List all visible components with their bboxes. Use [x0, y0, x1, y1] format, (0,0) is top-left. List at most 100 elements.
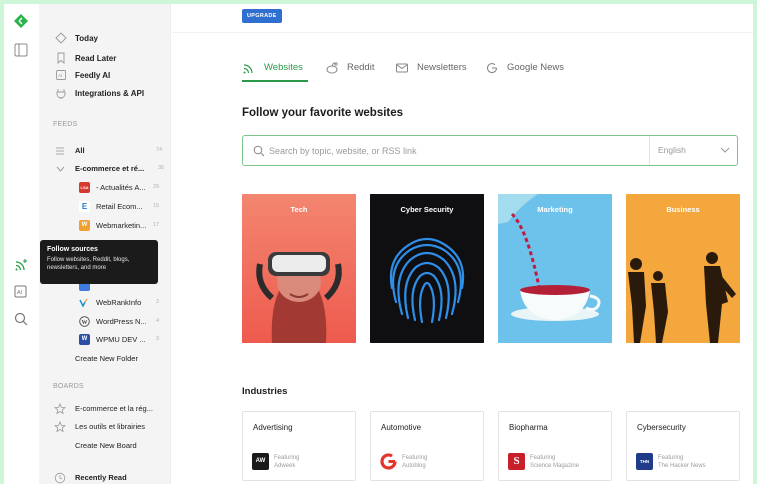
- feed-row[interactable]: W WPMU DEV ... 3: [39, 331, 171, 349]
- feed-label: WordPress N...: [96, 317, 147, 326]
- create-board-label: Create New Board: [75, 441, 137, 450]
- feed-label: WPMU DEV ...: [96, 335, 146, 344]
- unread-count: 2: [156, 299, 160, 305]
- create-board-button[interactable]: Create New Board: [39, 437, 171, 455]
- language-value: English: [658, 145, 686, 155]
- tab-label: Websites: [264, 62, 303, 73]
- svg-text:AI: AI: [17, 290, 23, 296]
- unread-count: 3: [156, 336, 160, 342]
- sidebar-item-label: Today: [75, 33, 98, 43]
- feed-label: Webmarketin...: [96, 221, 147, 230]
- create-folder-button[interactable]: Create New Folder: [39, 350, 171, 368]
- folder-row-ecommerce[interactable]: E-commerce et ré... 35: [39, 160, 171, 178]
- tab-label: Reddit: [347, 62, 375, 73]
- industry-card-biopharma[interactable]: Biopharma S Featuring Science Magazine: [498, 411, 612, 481]
- feedly-logo-icon[interactable]: [13, 13, 29, 29]
- industry-card-advertising[interactable]: Advertising AW Featuring Adweek: [242, 411, 356, 481]
- unread-count: 35: [158, 165, 165, 171]
- feed-label: Retail Ecom...: [96, 202, 143, 211]
- page-title: Follow your favorite websites: [242, 107, 404, 119]
- feed-label: All: [75, 146, 85, 155]
- mail-icon: [396, 63, 408, 73]
- category-card-business[interactable]: Business: [626, 194, 740, 343]
- language-select[interactable]: English: [649, 136, 738, 165]
- feed-row-all[interactable]: All 74: [39, 142, 171, 160]
- feed-row[interactable]: W Webmarketin... 17: [39, 217, 171, 235]
- feed-row[interactable]: WebRankInfo 2: [39, 294, 171, 312]
- adweek-logo-icon: AW: [252, 453, 269, 470]
- category-card-marketing[interactable]: Marketing: [498, 194, 612, 343]
- sidebar-item-today[interactable]: Today: [39, 29, 171, 47]
- category-card-cyber-security[interactable]: Cyber Security: [370, 194, 484, 343]
- sidebar-item-label: Integrations & API: [75, 88, 145, 98]
- chevron-down-icon[interactable]: [56, 166, 65, 172]
- active-tab-indicator: [242, 80, 308, 82]
- sidebar-item-integrations[interactable]: Integrations & API: [39, 84, 171, 102]
- ai-feed-icon[interactable]: AI: [13, 283, 29, 299]
- industry-title: Automotive: [381, 423, 422, 432]
- follow-sources-tooltip: Follow sources Follow websites, Reddit, …: [40, 240, 158, 284]
- board-item[interactable]: E-commerce et la rég...: [39, 400, 171, 418]
- boards-section-label: BOARDS: [53, 383, 84, 390]
- unread-count: 4: [156, 318, 160, 324]
- bookmark-icon: [57, 52, 65, 64]
- clock-icon: [54, 472, 66, 484]
- app-window: AI Today Read Later AI Feedly AI Integra…: [4, 4, 753, 484]
- sidebar-toggle-icon[interactable]: [13, 42, 29, 58]
- search-icon[interactable]: [13, 311, 29, 327]
- featured-source: The Hacker News: [658, 463, 706, 469]
- tooltip-body: Follow websites, Reddit, blogs, newslett…: [47, 257, 130, 271]
- sidebar-item-recently-read[interactable]: Recently Read: [39, 469, 171, 484]
- feed-label: - Actualités A...: [96, 183, 146, 192]
- tech-image: [242, 194, 356, 343]
- chevron-down-icon: [720, 147, 730, 153]
- industries-heading: Industries: [242, 386, 288, 397]
- top-bar: UPGRADE: [172, 4, 753, 33]
- sidebar-item-label: Read Later: [75, 53, 117, 63]
- hacker-news-logo-icon: THN: [636, 453, 653, 470]
- category-cards: Tech Cyber Security Marketing Business: [242, 194, 742, 344]
- follow-sources-icon[interactable]: [13, 257, 29, 273]
- teacup-image: [498, 194, 612, 343]
- feed-favicon-icon: [79, 298, 88, 308]
- wordpress-icon: W: [79, 316, 90, 327]
- category-card-tech[interactable]: Tech: [242, 194, 356, 343]
- feed-favicon-icon: W: [79, 334, 90, 345]
- industry-featuring: Featuring Adweek: [274, 454, 299, 470]
- feed-row[interactable]: W WordPress N... 4: [39, 313, 171, 331]
- search-icon: [253, 145, 265, 157]
- list-icon: [56, 147, 64, 155]
- upgrade-button[interactable]: UPGRADE: [242, 9, 282, 23]
- icon-rail: AI: [4, 4, 39, 484]
- feed-row[interactable]: E Retail Ecom... 15: [39, 198, 171, 216]
- science-logo-icon: S: [508, 453, 525, 470]
- rss-icon: [243, 64, 253, 74]
- category-label: Cyber Security: [400, 205, 454, 214]
- industry-title: Cybersecurity: [637, 423, 686, 432]
- category-label: Tech: [290, 205, 308, 214]
- featured-source: Science Magazine: [530, 463, 580, 469]
- google-icon: [486, 63, 498, 74]
- category-label: Marketing: [537, 205, 573, 214]
- main-content: UPGRADE Websites Reddit Newsletters Goog…: [172, 4, 753, 484]
- sidebar-item-read-later[interactable]: Read Later: [39, 49, 171, 67]
- industry-card-cybersecurity[interactable]: Cybersecurity THN Featuring The Hacker N…: [626, 411, 740, 481]
- search-input[interactable]: [269, 143, 639, 159]
- sidebar-item-feedly-ai[interactable]: AI Feedly AI: [39, 66, 171, 84]
- industry-title: Advertising: [253, 423, 293, 432]
- board-label: Les outils et librairies: [75, 422, 146, 431]
- feed-row[interactable]: LSA - Actualités A... 29: [39, 179, 171, 197]
- category-label: Business: [666, 205, 700, 214]
- unread-count: 15: [153, 203, 160, 209]
- industry-featuring: Featuring The Hacker News: [658, 454, 706, 470]
- create-folder-label: Create New Folder: [75, 354, 138, 363]
- unread-count: 17: [153, 222, 160, 228]
- plug-icon: [56, 89, 66, 99]
- board-item[interactable]: Les outils et librairies: [39, 418, 171, 436]
- industry-card-automotive[interactable]: Automotive Featuring Autoblog: [370, 411, 484, 481]
- featuring-label: Featuring: [274, 455, 300, 461]
- reddit-icon: [326, 62, 338, 74]
- industry-featuring: Featuring Autoblog: [402, 454, 427, 470]
- today-icon: [55, 32, 67, 44]
- featured-source: Autoblog: [402, 463, 426, 469]
